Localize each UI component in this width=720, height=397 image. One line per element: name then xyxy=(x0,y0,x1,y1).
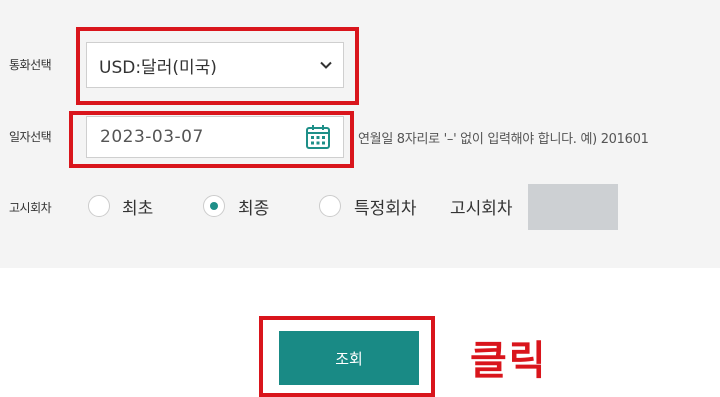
highlight-currency-box xyxy=(76,27,359,105)
round-number-input[interactable] xyxy=(528,184,618,230)
radio-specific-round[interactable] xyxy=(319,195,341,217)
radio-first-round[interactable] xyxy=(88,195,110,217)
date-format-hint: 연월일 8자리로 '–' 없이 입력해야 합니다. 예) 201601 xyxy=(358,132,649,147)
highlight-query-button xyxy=(259,316,435,397)
radio-final-round[interactable] xyxy=(203,195,225,217)
currency-label: 통화선택 xyxy=(9,58,52,72)
click-annotation: 클릭 xyxy=(470,338,548,384)
highlight-date-box xyxy=(69,111,354,168)
date-label: 일자선택 xyxy=(9,130,52,144)
round-number-label: 고시회차 xyxy=(450,199,513,219)
radio-final-round-label[interactable]: 최종 xyxy=(238,194,269,219)
radio-specific-round-label[interactable]: 특정회차 xyxy=(354,194,417,219)
round-label: 고시회차 xyxy=(9,201,52,215)
radio-first-round-label[interactable]: 최초 xyxy=(122,194,153,219)
